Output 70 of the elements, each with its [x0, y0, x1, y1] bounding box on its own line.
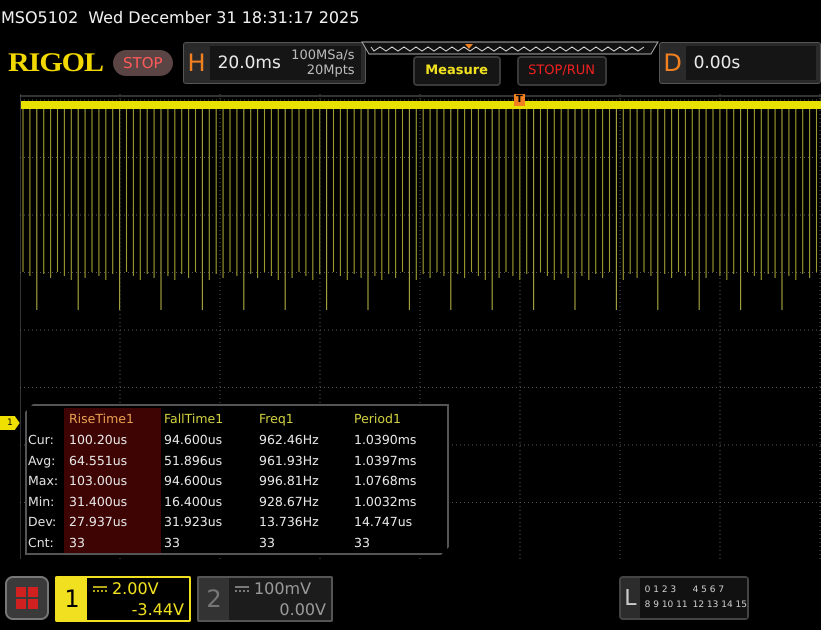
row-label: Max:	[28, 472, 60, 490]
measurement-value: 94.600us	[164, 472, 224, 490]
measurement-column[interactable]: Freq1 962.46Hz 961.93Hz 996.81Hz 928.67Hz 13.736Hz 33	[256, 408, 351, 553]
trigger-position-marker[interactable]: T	[514, 94, 525, 106]
column-header: Freq1	[259, 410, 295, 428]
measurement-value: 13.736Hz	[259, 513, 320, 531]
measurement-column[interactable]: RiseTime1 100.20us 64.551us 103.00us 31.400us 27.937us 33	[64, 408, 161, 553]
sample-rate: 100MSa/s	[291, 48, 355, 63]
column-header: FallTime1	[164, 410, 224, 428]
measurement-value: 27.937us	[69, 513, 128, 531]
measurement-value: 996.81Hz	[259, 472, 320, 490]
channel-offset-marker[interactable]: 1	[0, 416, 20, 430]
measurement-value: 64.551us	[69, 452, 128, 470]
measurement-value: 962.46Hz	[259, 431, 320, 449]
row-label: Avg:	[28, 452, 56, 470]
stop-run-button[interactable]: STOP/RUN	[516, 56, 607, 86]
memory-depth: 20Mpts	[306, 63, 355, 78]
measurement-value: 928.67Hz	[259, 492, 320, 510]
delay-value: 0.00s	[694, 53, 740, 73]
channel-number: 2	[199, 578, 229, 620]
measurement-value: 1.0768ms	[354, 472, 418, 490]
column-header: RiseTime1	[69, 410, 135, 428]
row-label: Cnt:	[28, 534, 55, 552]
channel-offset: -3.44V	[130, 599, 184, 620]
row-label: Min:	[28, 492, 56, 510]
channel-scale: 2.00V	[112, 578, 159, 599]
measurement-value: 16.400us	[164, 492, 224, 510]
bit-group-label: 8 9 10 11	[644, 599, 688, 612]
logic-channel-panel[interactable]: L 0 1 2 3 4 5 6 7 8 9 10 11 12 13 14 15	[619, 576, 749, 620]
measurement-value: 103.00us	[69, 472, 128, 490]
logic-label: L	[623, 584, 638, 612]
measurement-value: 33	[354, 534, 371, 552]
measurement-value: 33	[69, 534, 86, 552]
bit-group-label: 12 13 14 15	[692, 599, 747, 612]
measurement-value: 1.0032ms	[354, 492, 418, 510]
horizontal-label: H	[186, 49, 207, 77]
measurement-value: 1.0390ms	[354, 431, 418, 449]
measurement-value: 14.747us	[354, 513, 414, 531]
measurement-column[interactable]: Period1 1.0390ms 1.0397ms 1.0768ms 1.0032ms 14.747us 33	[351, 408, 446, 553]
channel-panel[interactable]: 1 2.00V -3.44V	[55, 576, 191, 622]
measurement-value: 33	[164, 534, 181, 552]
measurement-value: 31.400us	[69, 492, 128, 510]
channel-offset: 0.00V	[278, 599, 326, 620]
date-time: Wed December 31 18:31:17 2025	[88, 8, 360, 26]
measurement-value: 33	[259, 534, 276, 552]
row-label: Cur:	[28, 431, 55, 449]
measurement-value: 51.896us	[164, 452, 224, 470]
measurement-value: 961.93Hz	[259, 452, 320, 470]
measurement-value: 100.20us	[69, 431, 128, 449]
dc-coupling-icon	[93, 586, 107, 592]
grid-icon	[16, 587, 38, 609]
delay-label: D	[662, 49, 683, 77]
measurement-value: 1.0397ms	[354, 452, 418, 470]
bit-group-label: 4 5 6 7	[692, 584, 726, 597]
measurement-value: 94.600us	[164, 431, 224, 449]
channel-scale: 100mV	[254, 578, 312, 599]
delay-panel[interactable]: D 0.00s	[658, 42, 821, 84]
brand-logo: RIGOL	[8, 48, 104, 78]
channel-number: 1	[57, 578, 87, 620]
menu-button[interactable]	[5, 576, 49, 620]
column-header: Period1	[354, 410, 402, 428]
row-label: Dev:	[28, 513, 58, 531]
measure-button[interactable]: Measure	[412, 56, 501, 86]
measurement-column[interactable]: FallTime1 94.600us 51.896us 94.600us 16.400us 31.923us 33	[161, 408, 256, 553]
timebase-value: 20.0ms	[218, 53, 281, 73]
device-model: MSO5102	[1, 8, 78, 26]
bit-group-label: 0 1 2 3	[644, 584, 678, 597]
measurement-value: 31.923us	[164, 513, 224, 531]
channel-panel[interactable]: 2 100mV 0.00V	[197, 576, 333, 622]
dc-coupling-icon	[235, 586, 249, 592]
